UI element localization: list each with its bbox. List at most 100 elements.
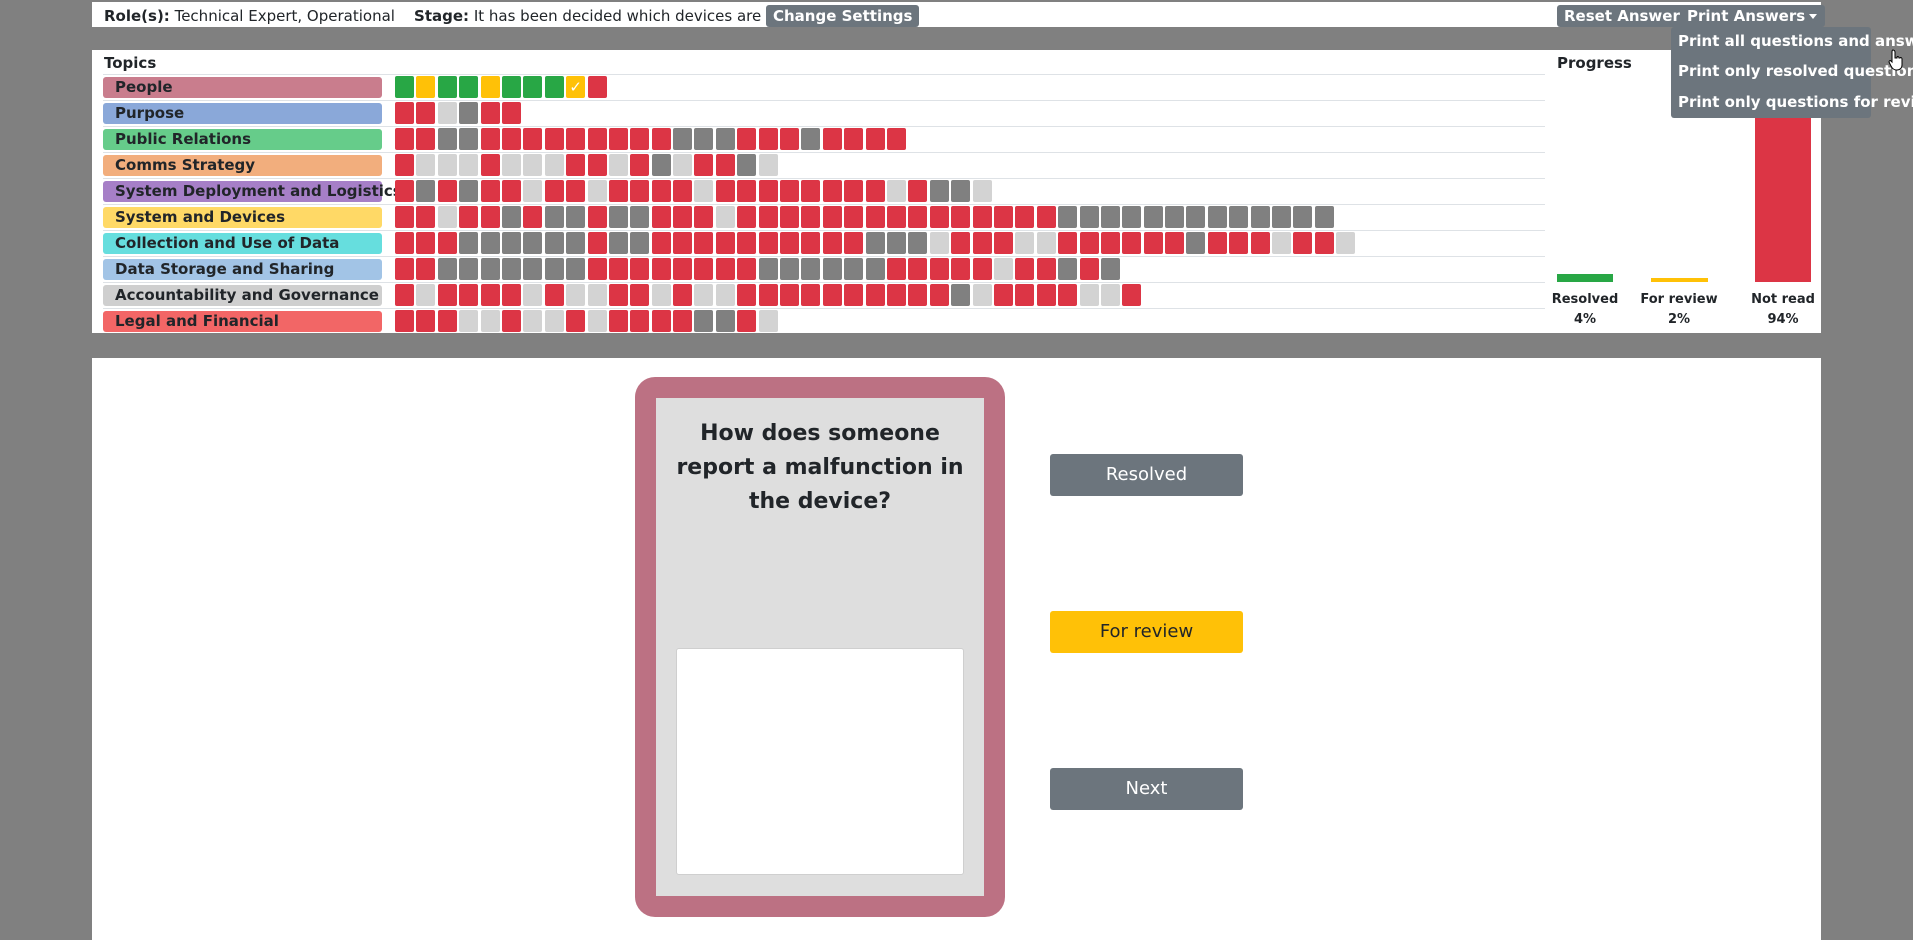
question-square[interactable] [630, 128, 650, 150]
question-square[interactable] [801, 258, 821, 280]
question-square[interactable] [437, 284, 457, 306]
question-square[interactable] [523, 232, 543, 254]
question-square[interactable] [395, 154, 414, 176]
next-button[interactable]: Next [1050, 768, 1243, 810]
answer-input[interactable] [676, 648, 964, 875]
question-square[interactable] [865, 258, 885, 280]
question-square[interactable] [587, 232, 607, 254]
question-square[interactable] [929, 180, 949, 202]
question-square[interactable] [951, 180, 971, 202]
question-square[interactable] [1100, 284, 1120, 306]
question-square[interactable] [459, 154, 479, 176]
question-square[interactable] [758, 258, 778, 280]
question-square[interactable] [416, 76, 436, 98]
question-square[interactable] [416, 102, 436, 124]
question-square[interactable] [608, 232, 628, 254]
question-square[interactable] [737, 232, 757, 254]
question-square[interactable] [822, 180, 842, 202]
question-square[interactable] [1229, 206, 1249, 228]
question-square[interactable] [523, 128, 543, 150]
question-square[interactable] [651, 128, 671, 150]
question-square[interactable] [673, 180, 693, 202]
question-square[interactable] [1015, 206, 1035, 228]
topic-label[interactable]: Collection and Use of Data [103, 233, 382, 254]
question-square[interactable] [993, 284, 1013, 306]
topic-label[interactable]: System and Devices [103, 207, 382, 228]
question-square[interactable] [758, 206, 778, 228]
question-square[interactable] [780, 128, 800, 150]
question-square[interactable] [501, 206, 521, 228]
question-square[interactable] [651, 258, 671, 280]
question-square[interactable] [608, 128, 628, 150]
question-square[interactable] [395, 180, 414, 202]
question-square[interactable] [844, 258, 864, 280]
question-square[interactable] [523, 76, 543, 98]
question-square[interactable] [523, 310, 543, 332]
question-square[interactable] [694, 154, 714, 176]
question-square[interactable] [951, 258, 971, 280]
resolved-button[interactable]: Resolved [1050, 454, 1243, 496]
question-square[interactable] [993, 258, 1013, 280]
question-square[interactable] [608, 258, 628, 280]
question-square[interactable] [694, 258, 714, 280]
question-square[interactable] [523, 258, 543, 280]
question-square[interactable] [608, 180, 628, 202]
question-square[interactable] [822, 206, 842, 228]
question-square[interactable] [501, 128, 521, 150]
question-square[interactable] [395, 284, 414, 306]
question-square[interactable] [416, 232, 436, 254]
topic-label[interactable]: Comms Strategy [103, 155, 382, 176]
question-square[interactable] [1036, 232, 1056, 254]
question-square[interactable] [459, 284, 479, 306]
question-square[interactable] [673, 128, 693, 150]
question-square[interactable] [715, 284, 735, 306]
question-square[interactable] [630, 154, 650, 176]
question-square[interactable] [544, 76, 564, 98]
question-square[interactable] [951, 206, 971, 228]
question-square[interactable] [908, 258, 928, 280]
question-square[interactable] [1122, 206, 1142, 228]
question-square[interactable] [865, 128, 885, 150]
question-square[interactable] [673, 258, 693, 280]
question-square[interactable] [694, 232, 714, 254]
question-square[interactable] [566, 128, 586, 150]
question-square[interactable] [673, 284, 693, 306]
question-square[interactable] [715, 180, 735, 202]
question-square[interactable] [480, 232, 500, 254]
question-square[interactable] [715, 154, 735, 176]
question-square[interactable] [437, 232, 457, 254]
question-square[interactable] [1058, 232, 1078, 254]
question-square[interactable] [1036, 258, 1056, 280]
question-square[interactable] [929, 206, 949, 228]
question-square[interactable] [737, 258, 757, 280]
question-square[interactable] [544, 310, 564, 332]
question-square[interactable] [737, 206, 757, 228]
question-square[interactable] [929, 258, 949, 280]
question-square[interactable] [801, 206, 821, 228]
question-square[interactable] [758, 310, 778, 332]
question-square[interactable] [630, 232, 650, 254]
question-square[interactable] [758, 232, 778, 254]
question-square[interactable] [908, 284, 928, 306]
question-square[interactable] [886, 128, 906, 150]
question-square[interactable] [1015, 284, 1035, 306]
question-square[interactable] [1293, 206, 1313, 228]
print-answers-button[interactable]: Print Answers [1680, 5, 1826, 27]
question-square[interactable] [844, 180, 864, 202]
question-square[interactable] [972, 284, 992, 306]
question-square[interactable] [673, 206, 693, 228]
question-square[interactable] [908, 180, 928, 202]
for-review-button[interactable]: For review [1050, 611, 1243, 653]
question-square[interactable] [822, 258, 842, 280]
question-square[interactable] [737, 154, 757, 176]
question-square[interactable] [715, 258, 735, 280]
question-square[interactable] [587, 180, 607, 202]
question-square[interactable] [395, 128, 414, 150]
question-square[interactable] [1015, 232, 1035, 254]
question-square[interactable] [1015, 258, 1035, 280]
question-square[interactable] [1079, 206, 1099, 228]
question-square[interactable] [1207, 206, 1227, 228]
question-square[interactable] [758, 154, 778, 176]
question-square[interactable] [929, 284, 949, 306]
question-square[interactable] [1058, 206, 1078, 228]
